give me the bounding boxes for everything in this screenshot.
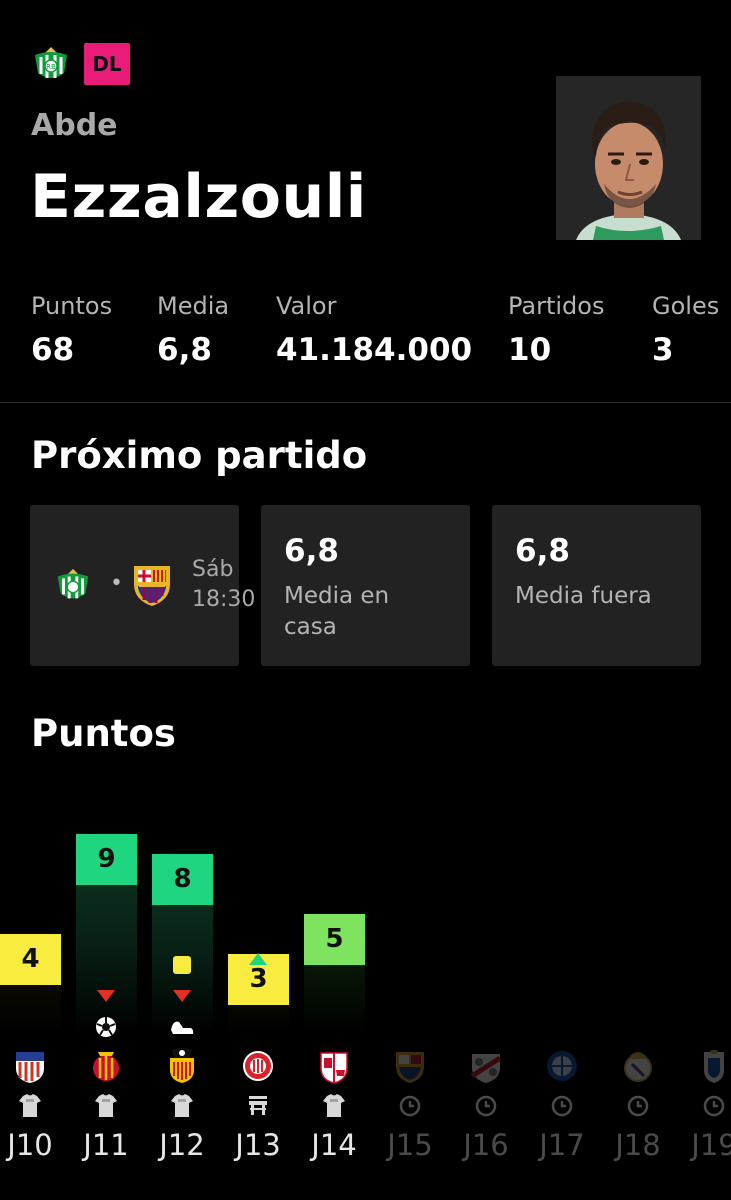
substituted-out-icon: [171, 988, 193, 1004]
round-label-j14[interactable]: J14: [296, 1128, 372, 1162]
round-label-j11[interactable]: J11: [68, 1128, 144, 1162]
substituted-in-icon: [247, 951, 269, 967]
bar-value-label: 5: [304, 914, 365, 965]
valencia-crest-icon: [164, 1048, 200, 1084]
round-label-j10[interactable]: J10: [0, 1128, 68, 1162]
pending-clock-icon: [473, 1093, 499, 1119]
starter-shirt-icon: [321, 1093, 347, 1119]
round-label-j17[interactable]: J17: [524, 1128, 600, 1162]
bar-value-label: 4: [0, 934, 61, 985]
goal-ball-icon: [94, 1015, 118, 1039]
bench-icon: [245, 1093, 271, 1119]
real-oviedo-crest-icon: [696, 1048, 731, 1084]
starter-shirt-icon: [17, 1093, 43, 1119]
rayo-vallecano-crest-icon: [468, 1048, 504, 1084]
girona-crest-icon: [240, 1048, 276, 1084]
bar-value-label: 9: [76, 834, 137, 885]
starter-shirt-icon: [169, 1093, 195, 1119]
pending-clock-icon: [701, 1093, 727, 1119]
round-label-j16[interactable]: J16: [448, 1128, 524, 1162]
sevilla-crest-icon: [316, 1048, 352, 1084]
round-label-j15[interactable]: J15: [372, 1128, 448, 1162]
pending-clock-icon: [625, 1093, 651, 1119]
yellow-card-icon: [172, 955, 192, 975]
bar-value-label: 8: [152, 854, 213, 905]
round-label-j12[interactable]: J12: [144, 1128, 220, 1162]
round-label-j19[interactable]: J19: [676, 1128, 731, 1162]
substituted-out-icon: [95, 988, 117, 1004]
getafe-crest-icon: [544, 1048, 580, 1084]
points-chart[interactable]: 4 J10 9 J11 8 J12 3 J13 5 J14 J15 J16 J17 J18 J19: [0, 780, 731, 1200]
pending-clock-icon: [397, 1093, 423, 1119]
mallorca-crest-icon: [88, 1048, 124, 1084]
atletico-madrid-crest-icon: [12, 1048, 48, 1084]
starter-shirt-icon: [93, 1093, 119, 1119]
round-label-j18[interactable]: J18: [600, 1128, 676, 1162]
real-madrid-crest-icon: [620, 1048, 656, 1084]
fc-barcelona-crest-icon: [392, 1048, 428, 1084]
round-label-j13[interactable]: J13: [220, 1128, 296, 1162]
injury-icon: [169, 1016, 195, 1036]
pending-clock-icon: [549, 1093, 575, 1119]
